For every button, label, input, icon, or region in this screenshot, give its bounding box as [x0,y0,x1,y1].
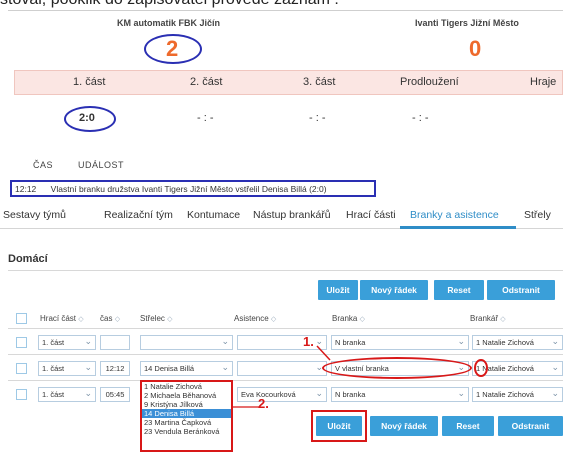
step-1-arrow [316,345,331,361]
step-2-label: 2. [258,396,269,411]
annotation-arrows [233,345,331,408]
